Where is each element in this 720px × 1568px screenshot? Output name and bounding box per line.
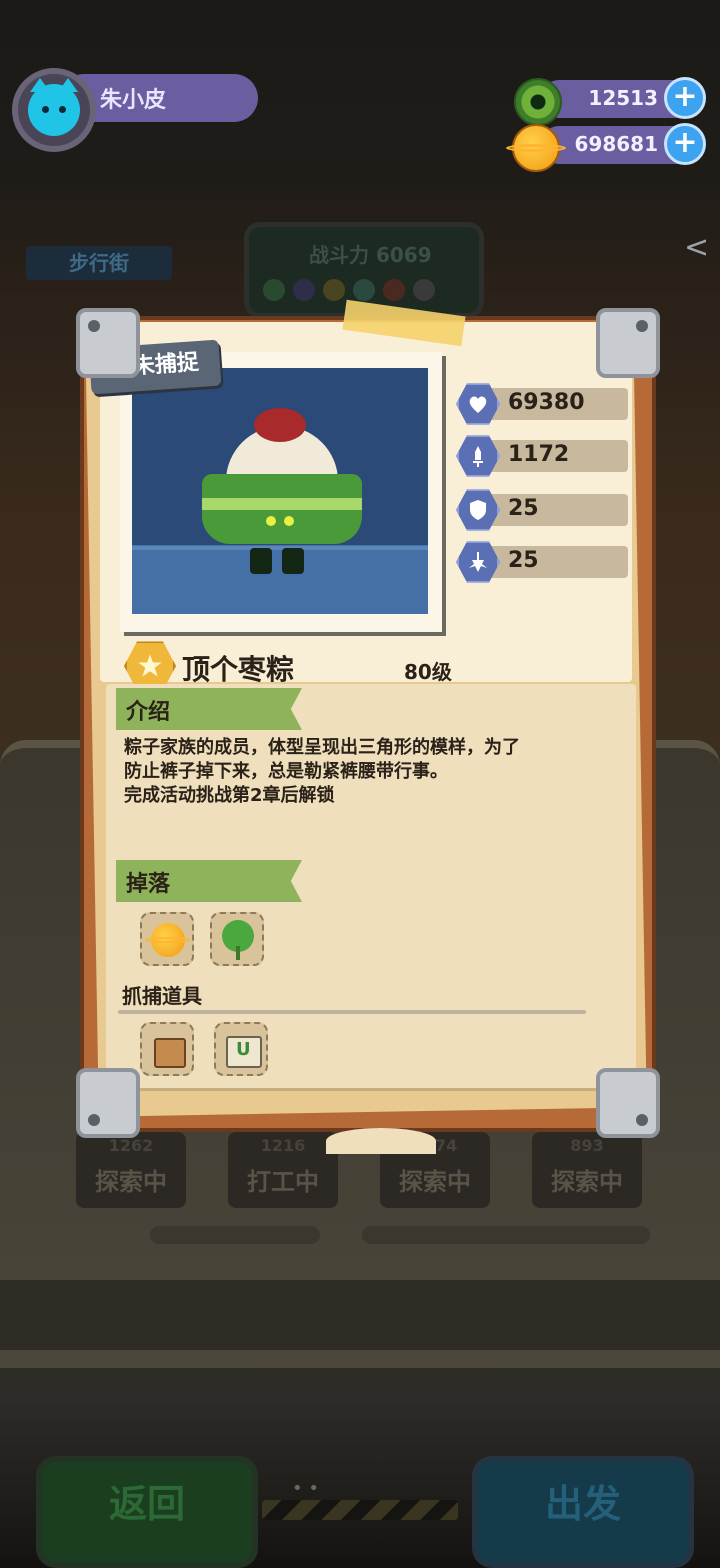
street-sign: 步行街 — [26, 246, 172, 280]
background-book-spine — [0, 1280, 720, 1350]
drops-title: 掉落 — [126, 872, 171, 897]
element-dot — [293, 279, 315, 301]
blurred-text — [150, 1226, 320, 1244]
corner-clip — [596, 308, 660, 378]
player-name: 朱小皮 — [100, 88, 167, 113]
intro-title: 介绍 — [126, 700, 171, 725]
intro-text: 粽子家族的成员，体型呈现出三角形的模样，为了 防止裤子掉下来，总是勒紧裤腰带行事… — [124, 736, 604, 808]
paper-tab — [326, 1128, 436, 1154]
power-value: 战斗力 6069 — [309, 243, 432, 267]
monster-level: 80级 — [404, 660, 452, 684]
worker-card[interactable]: 1216 打工中 — [228, 1132, 338, 1208]
trap-icon — [226, 1036, 262, 1068]
capture-slot[interactable] — [140, 1022, 194, 1076]
worker-status: 探索中 — [95, 1168, 167, 1196]
corner-clip — [76, 308, 140, 378]
monster-photo-frame — [120, 352, 442, 632]
hazard-stripe — [262, 1500, 458, 1520]
element-dot — [413, 279, 435, 301]
drop-slot[interactable] — [140, 912, 194, 966]
stat-speed: 25 — [456, 541, 628, 583]
add-coins-button[interactable]: + — [664, 123, 706, 165]
monster-photo — [132, 368, 428, 614]
unlock-line: 完成活动挑战第2章后解锁 — [124, 785, 335, 806]
add-gems-button[interactable]: + — [664, 77, 706, 119]
worker-count: 893 — [570, 1136, 604, 1155]
monster-name: 顶个枣粽 — [182, 653, 295, 686]
corner-clip — [596, 1068, 660, 1138]
worker-card[interactable]: 1262 探索中 — [76, 1132, 186, 1208]
speed-value: 25 — [508, 548, 539, 573]
avatar[interactable] — [12, 68, 96, 152]
herb-icon — [222, 920, 254, 960]
stat-hp: 69380 — [456, 383, 628, 425]
drop-slot[interactable] — [210, 912, 264, 966]
coin-icon — [506, 124, 566, 172]
bag-icon — [154, 1038, 186, 1068]
gem-counter: 12513 + — [540, 77, 706, 119]
worker-status: 探索中 — [551, 1168, 623, 1196]
element-dots — [263, 279, 435, 301]
pager-dots: • • — [292, 1478, 319, 1499]
info-panel: 介绍 粽子家族的成员，体型呈现出三角形的模样，为了 防止裤子掉下来，总是勒紧裤腰… — [106, 684, 636, 1088]
divider — [118, 1010, 586, 1014]
gem-icon — [514, 78, 562, 126]
gem-value: 12513 — [588, 86, 658, 110]
element-dot — [323, 279, 345, 301]
monster-card-modal: 69380 1172 25 25 顶个枣粽 80级 暂未捕捉 介绍 粽子家族的成… — [76, 299, 660, 1154]
stat-attack: 1172 — [456, 435, 628, 477]
defense-value: 25 — [508, 496, 539, 521]
corner-clip — [76, 1068, 140, 1138]
drops-ribbon: 掉落 — [116, 860, 302, 902]
worker-status: 打工中 — [247, 1168, 319, 1196]
intro-ribbon: 介绍 — [116, 688, 302, 730]
back-button[interactable]: 返回 — [36, 1456, 258, 1568]
worker-count: 1216 — [260, 1136, 306, 1155]
attack-value: 1172 — [508, 442, 570, 467]
stat-defense: 25 — [456, 489, 628, 531]
worker-count: 1262 — [108, 1136, 154, 1155]
hp-value: 69380 — [508, 390, 585, 415]
coin-icon — [145, 923, 191, 957]
coin-value: 698681 — [574, 132, 659, 156]
cat-avatar-icon — [28, 78, 80, 136]
capture-slot[interactable] — [214, 1022, 268, 1076]
zongzi-belt — [202, 498, 362, 510]
worker-card[interactable]: 893 探索中 — [532, 1132, 642, 1208]
worker-status: 探索中 — [399, 1168, 471, 1196]
capture-title: 抓捕道具 — [122, 984, 202, 1008]
share-icon[interactable]: < — [684, 230, 720, 274]
depart-button[interactable]: 出发 — [472, 1456, 694, 1568]
element-dot — [353, 279, 375, 301]
element-dot — [263, 279, 285, 301]
blurred-text — [362, 1226, 650, 1244]
element-dot — [383, 279, 405, 301]
jujube-icon — [254, 408, 306, 442]
coin-counter: 698681 + — [540, 123, 706, 165]
intro-line: 粽子家族的成员，体型呈现出三角形的模样，为了 — [124, 737, 520, 758]
intro-line: 防止裤子掉下来，总是勒紧裤腰带行事。 — [124, 761, 448, 782]
